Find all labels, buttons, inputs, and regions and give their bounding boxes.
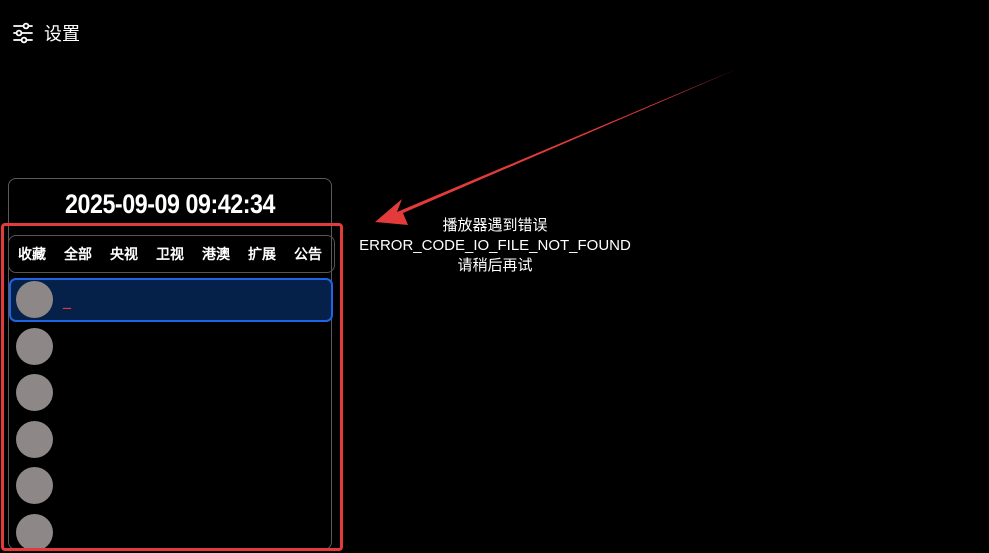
channel-logo [16,328,53,365]
tab-all[interactable]: 全部 [64,244,92,264]
channel-logo [16,281,53,318]
category-tabs: 收藏 全部 央视 卫视 港澳 扩展 公告 [8,235,335,273]
channel-item[interactable] [9,418,333,462]
settings-button[interactable]: 设置 [12,20,80,46]
channel-item[interactable] [9,371,333,415]
clock-datetime: 2025-09-09 09:42:34 [64,189,276,219]
channel-logo [16,467,53,504]
tab-extended[interactable]: 扩展 [248,244,276,264]
channel-logo [16,374,53,411]
error-retry-hint: 请稍后再试 [457,257,533,274]
error-code: ERROR_CODE_IO_FILE_NOT_FOUND [359,237,631,254]
channel-name: _ [63,290,71,309]
tv-player-screen: 设置 2025-09-09 09:42:34 收藏 全部 央视 卫视 港澳 扩展… [0,0,989,553]
tab-satellite[interactable]: 卫视 [156,244,184,264]
sliders-icon [12,22,34,44]
channel-item[interactable] [9,325,333,369]
tab-favorites[interactable]: 收藏 [18,244,46,264]
settings-label: 设置 [44,24,80,45]
channel-item[interactable] [9,511,333,553]
channel-logo [16,514,53,551]
annotation-arrow-shape [375,69,737,225]
channel-item[interactable] [9,464,333,508]
player-error-message: 播放器遇到错误 ERROR_CODE_IO_FILE_NOT_FOUND 请稍后… [355,216,635,276]
channel-logo [16,421,53,458]
error-title: 播放器遇到错误 [442,217,548,234]
tab-cctv[interactable]: 央视 [110,244,138,264]
tab-announcement[interactable]: 公告 [294,244,322,264]
channel-item-selected[interactable]: _ [9,278,333,322]
tab-hk-macau[interactable]: 港澳 [202,244,230,264]
